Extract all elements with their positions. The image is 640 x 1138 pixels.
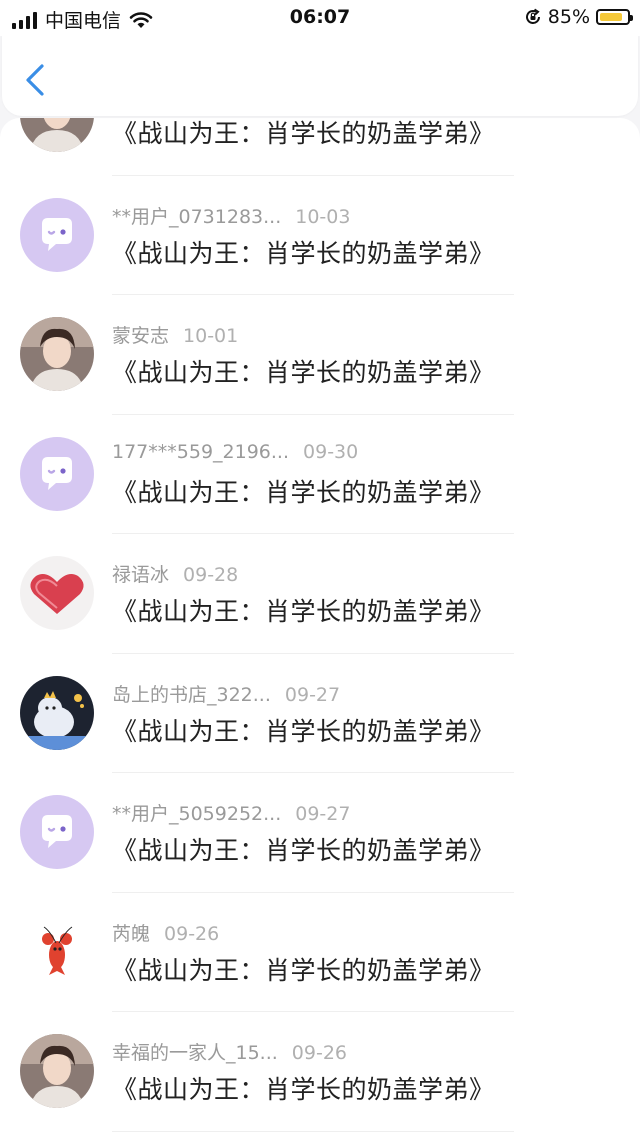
item-meta: 禄语冰 09-28 [112, 560, 238, 587]
list-item[interactable]: 幸福的一家人_15... 09-26 《战山为王：肖学长的奶盖学弟》 [0, 1012, 640, 1132]
user-name: 蒙安志 [112, 325, 170, 347]
status-right: 85% [524, 6, 633, 28]
user-name: 岛上的书店_322... [112, 683, 271, 706]
item-date: 09-30 [303, 440, 359, 463]
list-item[interactable]: 蒙安志 10-01 《战山为王：肖学长的奶盖学弟》 [0, 295, 640, 415]
list-item[interactable]: **用户_0731283... 10-03 《战山为王：肖学长的奶盖学弟》 [0, 176, 640, 295]
user-name: 177***559_2196... [112, 440, 290, 463]
item-date: 10-01 [183, 325, 239, 347]
item-meta: 177***559_2196... 09-30 [112, 441, 358, 463]
item-date: 09-28 [183, 564, 239, 586]
item-date: 09-26 [291, 1042, 348, 1064]
list-item[interactable]: 《战山为王：肖学长的奶盖学弟》 [0, 118, 640, 176]
default-chat-avatar-icon[interactable] [20, 197, 94, 272]
item-title: 《战山为王：肖学长的奶盖学弟》 [112, 477, 495, 507]
user-name: 芮魄 [112, 922, 151, 945]
chevron-left-icon[interactable] [20, 62, 50, 98]
item-meta: 蒙安志 10-01 [112, 321, 238, 348]
battery-fill [600, 13, 623, 21]
nav-bar [2, 34, 638, 116]
user-name: 幸福的一家人_15... [112, 1042, 278, 1064]
item-meta: 幸福的一家人_15... 09-26 [112, 1038, 347, 1065]
reader-list: 《战山为王：肖学长的奶盖学弟》 **用户_0731283... 10-03 《战山… [0, 118, 640, 1138]
photo-avatar-icon[interactable] [20, 317, 94, 391]
cartoon-avatar-icon[interactable] [20, 675, 94, 750]
default-chat-avatar-icon[interactable] [20, 436, 94, 511]
list: 《战山为王：肖学长的奶盖学弟》 **用户_0731283... 10-03 《战山… [0, 118, 640, 1132]
list-item[interactable]: 177***559_2196... 09-30 《战山为王：肖学长的奶盖学弟》 [0, 415, 640, 534]
status-bar: 中国电信 06:07 85% [0, 0, 640, 36]
item-title: 《战山为王：肖学长的奶盖学弟》 [112, 238, 495, 268]
item-title: 《战山为王：肖学长的奶盖学弟》 [112, 358, 495, 387]
item-title: 《战山为王：肖学长的奶盖学弟》 [112, 119, 495, 148]
divider [112, 1130, 514, 1132]
user-name: **用户_0731283... [112, 205, 282, 228]
list-item[interactable]: **用户_5059252... 09-27 《战山为王：肖学长的奶盖学弟》 [0, 773, 640, 893]
user-name: **用户_5059252... [112, 803, 282, 825]
item-date: 09-26 [164, 922, 220, 945]
list-item[interactable]: 岛上的书店_322... 09-27 《战山为王：肖学长的奶盖学弟》 [0, 654, 640, 773]
item-date: 09-27 [284, 683, 341, 706]
item-title: 《战山为王：肖学长的奶盖学弟》 [112, 836, 495, 865]
heart-avatar-icon[interactable] [20, 556, 94, 630]
lobster-avatar-icon[interactable] [20, 914, 94, 989]
item-title: 《战山为王：肖学长的奶盖学弟》 [112, 955, 495, 985]
item-meta: **用户_0731283... 10-03 [112, 202, 350, 229]
photo-avatar-icon[interactable] [20, 1034, 94, 1108]
item-meta: 岛上的书店_322... 09-27 [112, 680, 340, 707]
list-item[interactable]: 芮魄 09-26 《战山为王：肖学长的奶盖学弟》 [0, 893, 640, 1012]
item-title: 《战山为王：肖学长的奶盖学弟》 [112, 716, 495, 746]
item-meta: **用户_5059252... 09-27 [112, 799, 350, 826]
item-meta: 芮魄 09-26 [112, 919, 219, 946]
item-title: 《战山为王：肖学长的奶盖学弟》 [112, 1075, 495, 1104]
list-item[interactable]: 禄语冰 09-28 《战山为王：肖学长的奶盖学弟》 [0, 534, 640, 654]
default-chat-avatar-icon[interactable] [20, 795, 94, 869]
photo-avatar-icon[interactable] [20, 118, 94, 152]
battery-percent: 85% [547, 6, 590, 28]
orientation-lock-icon [525, 8, 540, 24]
item-title: 《战山为王：肖学长的奶盖学弟》 [112, 597, 495, 626]
battery-icon [596, 9, 633, 25]
item-date: 10-03 [295, 205, 351, 228]
user-name: 禄语冰 [112, 564, 170, 586]
item-date: 09-27 [295, 803, 351, 825]
